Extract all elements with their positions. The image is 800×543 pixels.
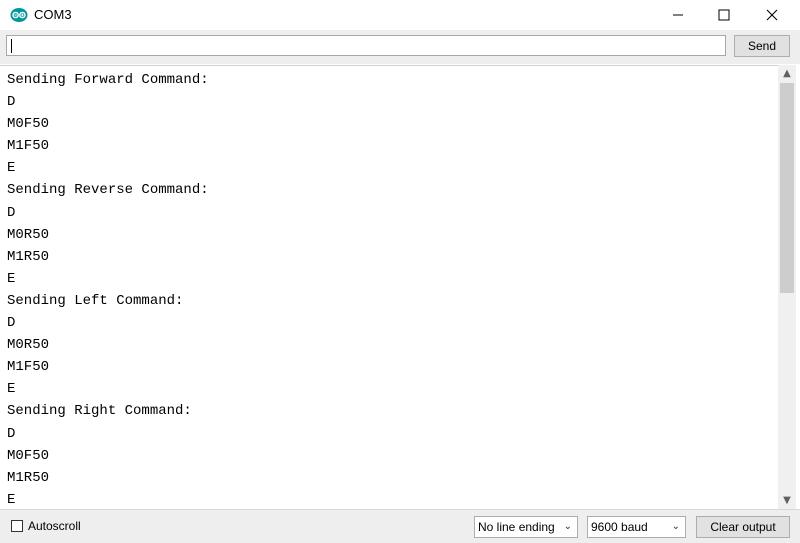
output-line: E: [7, 270, 16, 287]
output-line: D: [7, 315, 16, 332]
serial-input[interactable]: [6, 35, 726, 56]
output-line: M1F50: [7, 359, 50, 376]
minimize-icon: [673, 14, 683, 16]
baud-rate-select[interactable]: 9600 baud ⌄: [587, 516, 686, 538]
maximize-button[interactable]: [701, 0, 747, 30]
output-line: M0R50: [7, 337, 50, 354]
scroll-thumb[interactable]: [780, 83, 794, 293]
output-line: D: [7, 204, 16, 221]
title-bar: COM3: [0, 0, 800, 30]
output-line: Sending Right Command:: [7, 403, 192, 420]
footer-bar: Autoscroll No line ending ⌄ 9600 baud ⌄ …: [0, 509, 800, 543]
output-line: Sending Reverse Command:: [7, 182, 209, 199]
clear-output-button[interactable]: Clear output: [696, 516, 790, 538]
scroll-up-button[interactable]: ▲: [778, 65, 796, 82]
line-ending-select[interactable]: No line ending ⌄: [474, 516, 578, 538]
text-caret: [11, 39, 12, 53]
line-ending-value: No line ending: [478, 520, 555, 534]
chevron-up-icon: ▲: [783, 68, 791, 79]
close-button[interactable]: [749, 0, 795, 30]
scroll-down-button[interactable]: ▼: [778, 492, 796, 509]
output-line: M1F50: [7, 138, 50, 155]
output-line: Sending Left Command:: [7, 292, 184, 309]
output-line: M0F50: [7, 116, 50, 133]
window-title: COM3: [34, 7, 72, 22]
serial-output[interactable]: Sending Forward Command: D M0F50 M1F50 E Send…: [0, 65, 778, 510]
output-line: M1R50: [7, 248, 50, 265]
chevron-down-icon: ⌄: [563, 521, 572, 532]
output-lines: Sending Forward Command: D M0F50 M1F50 E Send…: [7, 69, 209, 510]
chevron-down-icon: ▼: [783, 495, 791, 506]
minimize-button[interactable]: [655, 0, 701, 30]
output-line: M0R50: [7, 226, 50, 243]
output-line: M1R50: [7, 469, 50, 486]
output-line: M0F50: [7, 447, 50, 464]
output-line: E: [7, 160, 16, 177]
send-button[interactable]: Send: [734, 35, 790, 57]
chevron-down-icon: ⌄: [671, 521, 680, 532]
autoscroll-toggle[interactable]: Autoscroll: [11, 519, 81, 533]
autoscroll-checkbox[interactable]: [11, 520, 23, 532]
output-line: D: [7, 425, 16, 442]
send-row: Send: [0, 30, 800, 64]
output-line: E: [7, 381, 16, 398]
output-line: Sending Forward Command:: [7, 72, 209, 88]
arduino-logo-icon: [10, 8, 28, 22]
close-icon: [766, 9, 778, 21]
autoscroll-label: Autoscroll: [28, 519, 81, 533]
vertical-scrollbar[interactable]: ▲ ▼: [778, 65, 796, 509]
baud-rate-value: 9600 baud: [591, 520, 648, 534]
maximize-icon: [718, 9, 730, 21]
output-line: E: [7, 491, 16, 508]
output-line: D: [7, 94, 16, 111]
